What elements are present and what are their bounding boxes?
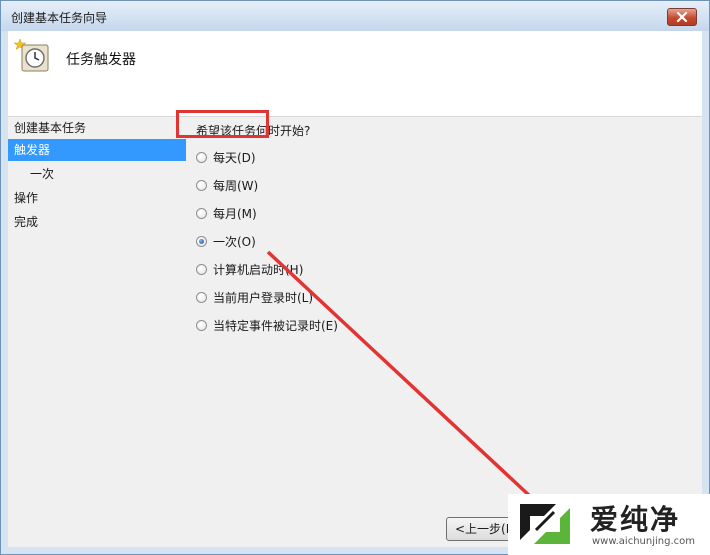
annotation-arrow [266,250,534,500]
watermark: 爱纯净 www.aichunjing.com [508,494,710,555]
watermark-text: 爱纯净 [590,503,681,536]
watermark-url: www.aichunjing.com [592,536,695,547]
watermark-logo-icon [520,504,570,544]
